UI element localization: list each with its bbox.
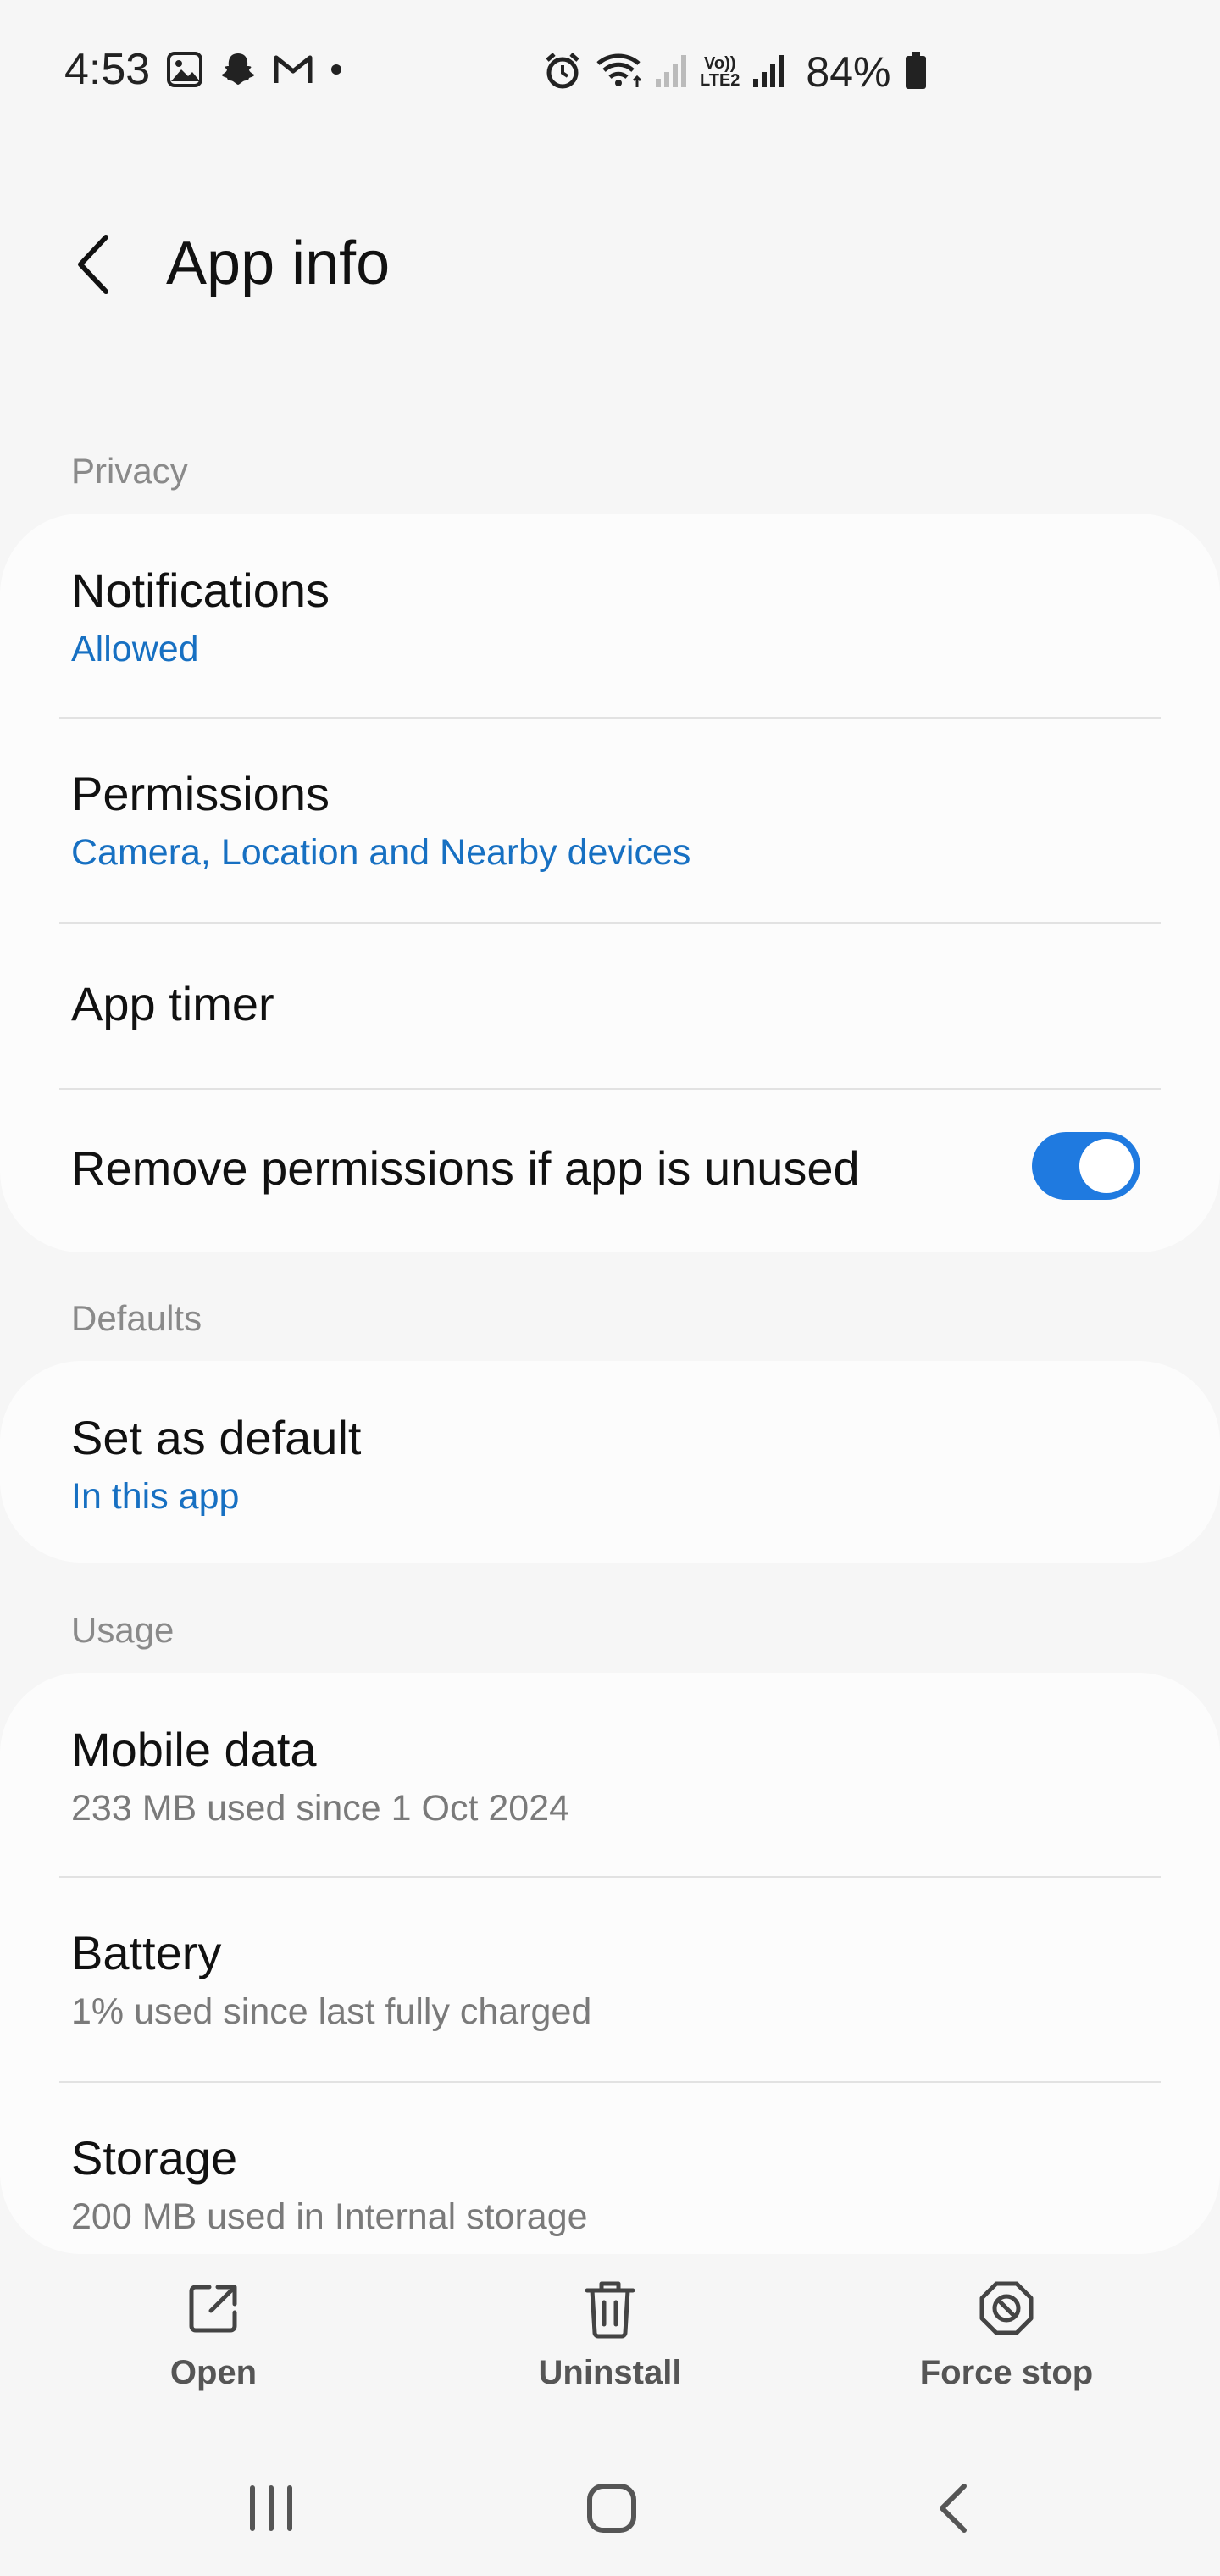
battery-title: Battery <box>71 1926 222 1979</box>
volte-lte2-icon: Vo)) LTE2 <box>700 54 740 90</box>
uninstall-button[interactable]: Uninstall <box>483 2274 737 2401</box>
privacy-card: Notifications Allowed Permissions Camera… <box>0 514 1220 1252</box>
uninstall-label: Uninstall <box>538 2354 682 2391</box>
back-nav-button[interactable] <box>901 2466 1003 2551</box>
open-label: Open <box>169 2354 258 2391</box>
signal-icon <box>751 52 785 93</box>
force-stop-label: Force stop <box>919 2354 1094 2391</box>
app-info-screen: 4:53 Vo)) LTE2 84% App info Privacy Noti… <box>0 0 1220 2576</box>
section-label-privacy: Privacy <box>71 451 188 491</box>
trash-icon <box>576 2274 644 2342</box>
storage-usage: 200 MB used in Internal storage <box>71 2196 588 2237</box>
alarm-icon <box>542 50 583 95</box>
page-title: App info <box>166 230 391 297</box>
remove-permissions-row[interactable]: Remove permissions if app is unused <box>0 1086 1220 1251</box>
bottom-action-bar: Open Uninstall Force stop <box>0 2254 1220 2415</box>
usage-card: Mobile data 233 MB used since 1 Oct 2024… <box>0 1673 1220 2254</box>
battery-icon <box>903 50 929 95</box>
mobile-data-row[interactable]: Mobile data 233 MB used since 1 Oct 2024 <box>0 1673 1220 1876</box>
remove-permissions-toggle[interactable] <box>1032 1132 1140 1200</box>
gmail-icon <box>273 53 313 91</box>
navigation-bar <box>0 2440 1220 2576</box>
open-button[interactable]: Open <box>86 2274 341 2401</box>
permissions-title: Permissions <box>71 767 330 820</box>
app-timer-row[interactable]: App timer <box>0 920 1220 1086</box>
home-icon <box>587 2484 636 2533</box>
notifications-status: Allowed <box>71 629 199 669</box>
notifications-row[interactable]: Notifications Allowed <box>0 514 1220 717</box>
section-label-defaults: Defaults <box>71 1298 202 1338</box>
battery-row[interactable]: Battery 1% used since last fully charged <box>0 1876 1220 2081</box>
wifi-icon <box>595 50 642 95</box>
set-as-default-status: In this app <box>71 1476 240 1517</box>
set-as-default-title: Set as default <box>71 1411 362 1464</box>
recents-button[interactable] <box>220 2466 322 2551</box>
section-label-usage: Usage <box>71 1610 175 1650</box>
dot-icon <box>329 62 344 81</box>
mobile-data-title: Mobile data <box>71 1723 317 1776</box>
back-button[interactable] <box>59 225 127 303</box>
app-timer-title: App timer <box>71 977 274 1030</box>
open-external-icon <box>180 2274 247 2342</box>
storage-title: Storage <box>71 2131 238 2185</box>
chevron-left-icon <box>78 235 108 294</box>
remove-permissions-title: Remove permissions if app is unused <box>71 1141 860 1195</box>
status-bar: 4:53 Vo)) LTE2 84% <box>0 0 1220 144</box>
snapchat-icon <box>219 51 258 92</box>
defaults-card: Set as default In this app <box>0 1361 1220 1563</box>
set-as-default-row[interactable]: Set as default In this app <box>0 1361 1220 1563</box>
notification-icons <box>166 51 344 92</box>
system-icons: Vo)) LTE2 84% <box>542 47 929 97</box>
force-stop-icon <box>973 2274 1040 2342</box>
back-icon <box>940 2484 967 2533</box>
permissions-summary: Camera, Location and Nearby devices <box>71 832 691 873</box>
permissions-row[interactable]: Permissions Camera, Location and Nearby … <box>0 717 1220 920</box>
app-bar: App info <box>0 203 1220 330</box>
toggle-knob <box>1079 1139 1134 1193</box>
status-time: 4:53 <box>64 45 151 94</box>
recents-icon <box>250 2485 292 2531</box>
force-stop-button[interactable]: Force stop <box>879 2274 1134 2401</box>
signal-icon <box>654 52 688 93</box>
notifications-title: Notifications <box>71 564 330 617</box>
storage-row[interactable]: Storage 200 MB used in Internal storage <box>0 2081 1220 2252</box>
gallery-icon <box>166 51 203 92</box>
mobile-data-usage: 233 MB used since 1 Oct 2024 <box>71 1788 570 1829</box>
home-button[interactable] <box>561 2466 663 2551</box>
battery-percentage: 84% <box>806 48 891 96</box>
battery-usage: 1% used since last fully charged <box>71 1991 592 2032</box>
